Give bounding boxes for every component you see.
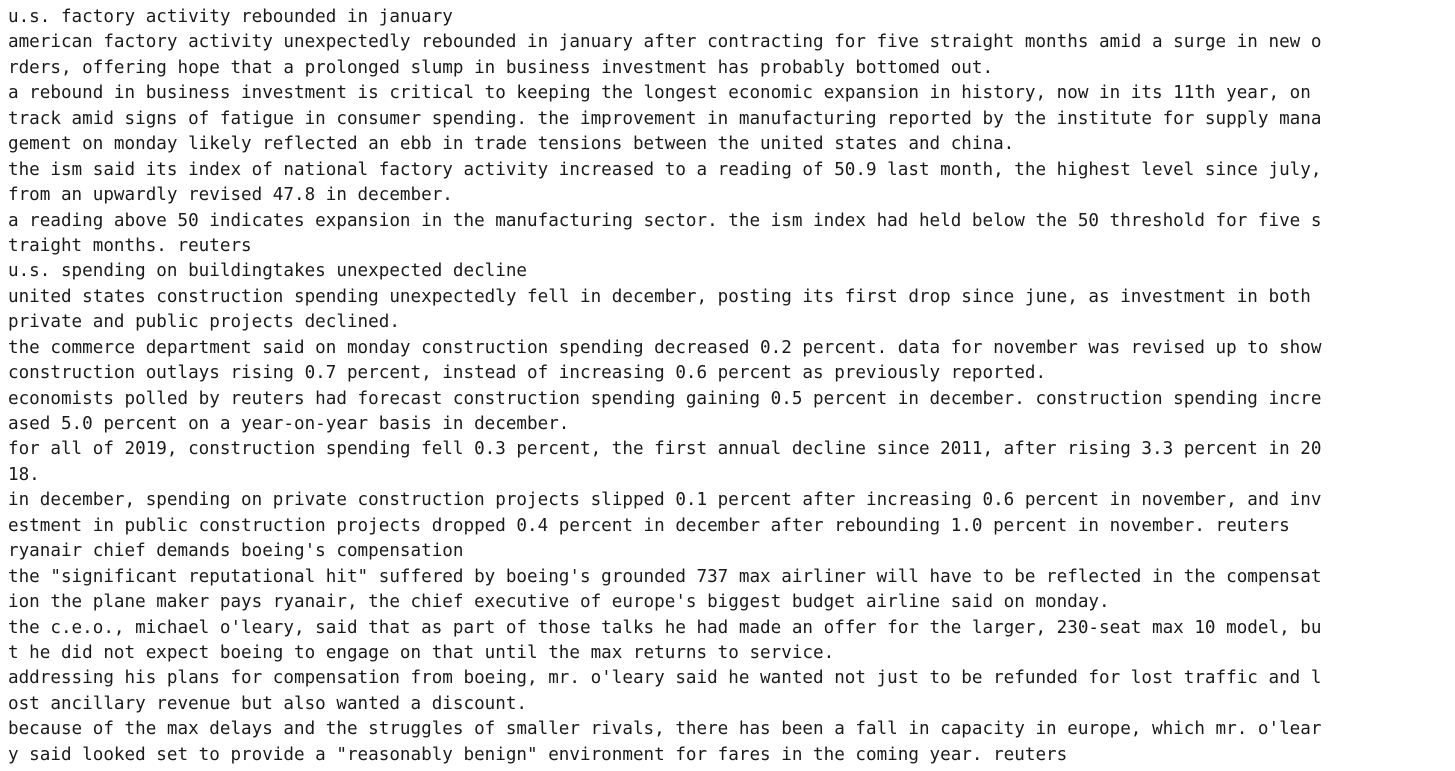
text-line: construction outlays rising 0.7 percent,…	[8, 363, 1047, 384]
text-line: for all of 2019, construction spending f…	[8, 439, 1322, 460]
text-line: estment in public construction projects …	[8, 515, 1290, 536]
text-line: the ism said its index of national facto…	[8, 159, 1322, 180]
text-line: t he did not expect boeing to engage on …	[8, 642, 835, 663]
text-line: american factory activity unexpectedly r…	[8, 32, 1322, 53]
text-line: a reading above 50 indicates expansion i…	[8, 210, 1322, 231]
text-line: addressing his plans for compensation fr…	[8, 668, 1322, 689]
article-title: u.s. spending on buildingtakes unexpecte…	[8, 261, 528, 282]
text-line: 18.	[8, 464, 40, 485]
text-line: ion the plane maker pays ryanair, the ch…	[8, 592, 1110, 613]
article-title: ryanair chief demands boeing's compensat…	[8, 541, 464, 562]
text-line: gement on monday likely reflected an ebb…	[8, 134, 1015, 155]
text-line: private and public projects declined.	[8, 312, 400, 333]
text-line: economists polled by reuters had forecas…	[8, 388, 1322, 409]
text-line: a rebound in business investment is crit…	[8, 83, 1311, 104]
article-title: u.s. factory activity rebounded in janua…	[8, 7, 453, 27]
text-line: y said looked set to provide a "reasonab…	[8, 744, 1068, 765]
text-line: because of the max delays and the strugg…	[8, 719, 1322, 740]
text-line: ased 5.0 percent on a year-on-year basis…	[8, 414, 570, 434]
text-line: in december, spending on private constru…	[8, 490, 1322, 511]
text-line: traight months. reuters	[8, 235, 252, 256]
text-line: rders, offering hope that a prolonged sl…	[8, 57, 994, 78]
text-line: track amid signs of fatigue in consumer …	[8, 108, 1322, 129]
news-text-document: u.s. factory activity rebounded in janua…	[8, 5, 1448, 768]
text-line: united states construction spending unex…	[8, 286, 1311, 307]
text-line: from an upwardly revised 47.8 in decembe…	[8, 185, 453, 206]
text-line: the commerce department said on monday c…	[8, 337, 1322, 358]
text-line: the "significant reputational hit" suffe…	[8, 566, 1322, 587]
text-line: ost ancillary revenue but also wanted a …	[8, 693, 528, 714]
text-line: the c.e.o., michael o'leary, said that a…	[8, 617, 1322, 638]
